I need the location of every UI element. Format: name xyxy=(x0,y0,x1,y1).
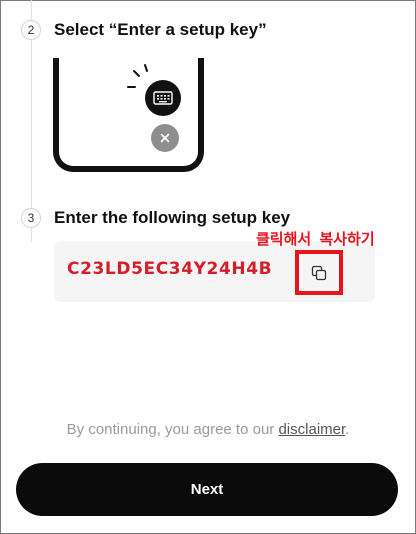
next-button[interactable]: Next xyxy=(16,463,398,516)
step-number-label: 2 xyxy=(27,23,35,37)
step-title-2: Select “Enter a setup key” xyxy=(54,20,267,39)
enter-setup-key-button xyxy=(145,80,181,116)
close-icon xyxy=(160,133,170,143)
disclaimer-link[interactable]: disclaimer xyxy=(278,421,345,438)
keyboard-icon xyxy=(153,91,173,105)
step-title-3: Enter the following setup key xyxy=(54,208,291,227)
step-number-label: 3 xyxy=(27,211,35,225)
setup-key-value: C23LD5EC34Y24H4B xyxy=(67,259,273,279)
copy-highlight-box xyxy=(295,250,343,295)
copy-annotation: 클릭해서 복사하기 xyxy=(256,230,375,248)
step-number-2: 2 xyxy=(21,20,41,40)
step-number-3: 3 xyxy=(21,208,41,228)
disclaimer-prefix: By continuing, you agree to our xyxy=(66,421,279,438)
disclaimer-text: By continuing, you agree to our disclaim… xyxy=(0,421,416,438)
disclaimer-suffix: . xyxy=(345,421,350,438)
next-button-label: Next xyxy=(190,481,224,498)
close-button-illustration xyxy=(151,124,179,152)
